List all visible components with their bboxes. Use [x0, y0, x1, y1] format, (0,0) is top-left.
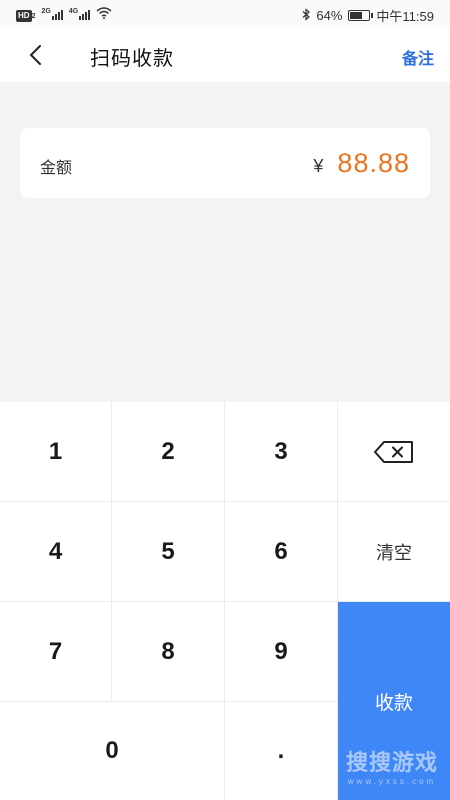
amount-card: 金额 ¥ 88.88: [20, 128, 430, 198]
key-3[interactable]: 3: [225, 402, 338, 502]
signal-2g-label: 2G: [41, 8, 51, 15]
key-5[interactable]: 5: [112, 502, 225, 602]
status-bar: HD 2 2G 4G 64% 中午11:59: [0, 0, 450, 28]
note-button[interactable]: 备注: [402, 45, 434, 69]
hd-badge: HD: [16, 10, 32, 22]
signal-4g-icon: 4G: [68, 8, 91, 20]
signal-2g-icon: 2G: [41, 8, 63, 20]
chevron-left-icon: [29, 45, 41, 65]
wifi-icon: [96, 6, 112, 22]
page-title: 扫码收款: [90, 48, 174, 70]
key-9[interactable]: 9: [225, 602, 338, 702]
signal-4g-label: 4G: [68, 8, 79, 15]
clock: 中午11:59: [376, 9, 434, 24]
back-button[interactable]: [22, 42, 48, 68]
key-6[interactable]: 6: [225, 502, 338, 602]
collect-payment-label: 收款: [374, 692, 413, 714]
key-4[interactable]: 4: [0, 502, 112, 602]
amount-label: 金额: [40, 160, 73, 177]
battery-icon: [348, 10, 374, 21]
backspace-icon: [374, 440, 413, 463]
clear-button[interactable]: 清空: [338, 502, 450, 602]
hd-icon: HD 2: [16, 6, 35, 22]
battery-percent: 64%: [316, 8, 343, 23]
amount-value: 88.88: [337, 148, 410, 178]
hd-sub: 2: [31, 13, 36, 20]
status-bar-right: 64% 中午11:59: [302, 6, 434, 25]
key-0[interactable]: 0: [0, 702, 225, 800]
content-area: 金额 ¥ 88.88: [0, 82, 450, 402]
bluetooth-icon: [302, 7, 311, 24]
collect-payment-button[interactable]: 收款: [338, 602, 450, 800]
amount-display: ¥ 88.88: [313, 148, 410, 179]
key-8[interactable]: 8: [112, 602, 225, 702]
backspace-key[interactable]: [338, 402, 450, 502]
key-7[interactable]: 7: [0, 602, 112, 702]
key-2[interactable]: 2: [112, 402, 225, 502]
header: 扫码收款 备注: [0, 28, 450, 82]
status-bar-left: HD 2 2G 4G: [16, 6, 112, 22]
currency-symbol: ¥: [313, 156, 324, 176]
key-1[interactable]: 1: [0, 402, 112, 502]
numeric-keypad: 1 2 3 4 5 6 清空 7 8 9 0 . 收款 搜搜游戏 www.yxs…: [0, 402, 450, 800]
key-dot[interactable]: .: [225, 702, 338, 800]
